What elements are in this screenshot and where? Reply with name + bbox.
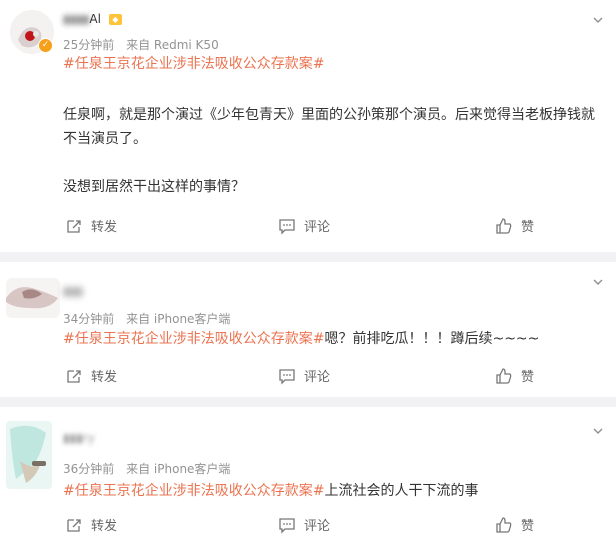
repost-button[interactable]: 转发 <box>65 515 117 534</box>
repost-button[interactable]: 转发 <box>65 216 117 235</box>
username[interactable]: ▮▮▮ <box>63 284 83 298</box>
comment-button[interactable]: 评论 <box>278 366 330 385</box>
comment-button[interactable]: 评论 <box>278 216 330 235</box>
comment-card: ▮▮▮ry 36分钟前 来自 iPhone客户端 #任泉王京花企业涉非法吸收公众… <box>0 407 616 545</box>
timestamp: 34分钟前 <box>63 312 115 326</box>
avatar-image <box>6 278 60 318</box>
like-button[interactable]: 赞 <box>495 216 534 235</box>
timestamp: 36分钟前 <box>63 462 115 476</box>
repost-label: 转发 <box>91 220 118 235</box>
comment-meta: 34分钟前 来自 iPhone客户端 <box>63 310 238 327</box>
comment-meta: 36分钟前 来自 iPhone客户端 <box>63 460 238 477</box>
comment-meta: 25分钟前 来自 Redmi K50 <box>63 36 227 53</box>
comment-label: 评论 <box>304 220 331 235</box>
comment-label: 评论 <box>304 519 331 534</box>
hashtag-link[interactable]: #任泉王京花企业涉非法吸收公众存款案# <box>63 331 324 347</box>
separator <box>0 252 616 262</box>
avatar-image <box>6 421 52 489</box>
username[interactable]: ▮▮▮ry <box>63 431 95 445</box>
like-label: 赞 <box>521 370 535 385</box>
avatar[interactable] <box>6 421 52 489</box>
avatar[interactable] <box>6 278 60 318</box>
like-button[interactable]: 赞 <box>495 515 534 534</box>
chevron-down-icon[interactable] <box>592 14 604 26</box>
comment-button[interactable]: 评论 <box>278 515 330 534</box>
repost-icon <box>67 518 81 532</box>
source-device: 来自 iPhone客户端 <box>126 312 231 326</box>
repost-icon <box>67 369 81 383</box>
comment-label: 评论 <box>304 370 331 385</box>
comment-card: ✓ ▮▮▮▮Al ◆ 25分钟前 来自 Redmi K50 #任泉王京花企业涉非… <box>0 0 616 252</box>
comment-text: #任泉王京花企业涉非法吸收公众存款案#上流社会的人干下流的事 <box>63 479 608 503</box>
action-bar: 转发 评论 赞 <box>0 515 616 537</box>
thumbs-up-icon <box>496 516 512 533</box>
comment-icon <box>279 368 295 385</box>
repost-label: 转发 <box>91 519 118 534</box>
comment-icon <box>279 517 295 534</box>
vip-badge-icon: ◆ <box>108 14 122 25</box>
like-label: 赞 <box>521 220 535 235</box>
source-device: 来自 iPhone客户端 <box>126 462 231 476</box>
chevron-down-icon[interactable] <box>592 425 604 437</box>
like-button[interactable]: 赞 <box>495 366 534 385</box>
like-label: 赞 <box>521 519 535 534</box>
username[interactable]: ▮▮▮▮Al ◆ <box>63 12 122 26</box>
comment-icon <box>279 218 295 235</box>
source-device: 来自 Redmi K50 <box>126 38 219 52</box>
verified-badge-icon: ✓ <box>38 38 53 53</box>
hashtag-link[interactable]: #任泉王京花企业涉非法吸收公众存款案# <box>63 52 608 76</box>
action-bar: 转发 评论 赞 <box>0 216 616 238</box>
repost-label: 转发 <box>91 370 118 385</box>
chevron-down-icon[interactable] <box>592 276 604 288</box>
comment-paragraph: 任泉啊，就是那个演过《少年包青天》里面的公孙策那个演员。后来觉得当老板挣钱就不当… <box>63 107 595 147</box>
separator <box>0 397 616 407</box>
comment-body: 嗯？前排吃瓜！！！蹲后续~~~~ <box>324 331 540 347</box>
comment-text: #任泉王京花企业涉非法吸收公众存款案#嗯？前排吃瓜！！！蹲后续~~~~ <box>63 327 608 351</box>
comment-paragraph: 没想到居然干出这样的事情？ <box>63 179 245 195</box>
repost-button[interactable]: 转发 <box>65 366 117 385</box>
comment-body: 上流社会的人干下流的事 <box>324 483 479 499</box>
action-bar: 转发 评论 赞 <box>0 366 616 388</box>
timestamp: 25分钟前 <box>63 38 115 52</box>
thumbs-up-icon <box>496 367 512 384</box>
thumbs-up-icon <box>496 217 512 234</box>
hashtag-link[interactable]: #任泉王京花企业涉非法吸收公众存款案# <box>63 483 324 499</box>
repost-icon <box>67 219 81 233</box>
comment-card: ▮▮▮ 34分钟前 来自 iPhone客户端 #任泉王京花企业涉非法吸收公众存款… <box>0 262 616 397</box>
